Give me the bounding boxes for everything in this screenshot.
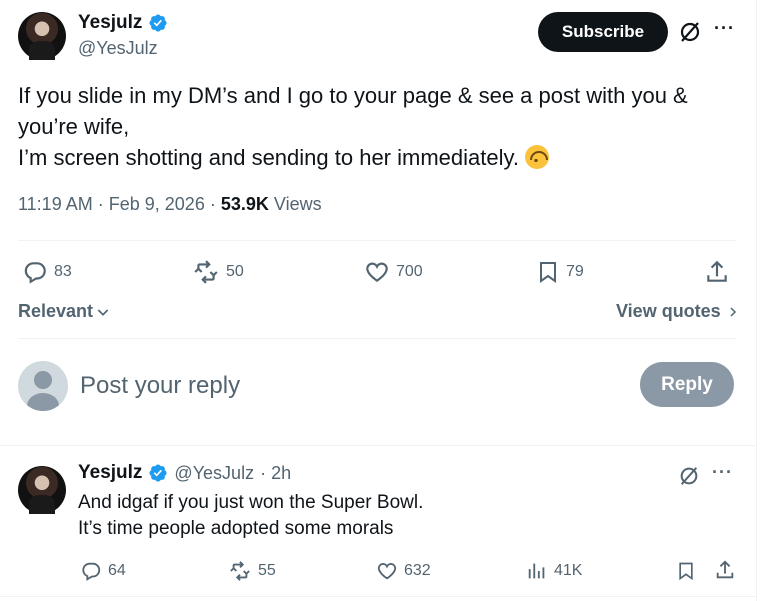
share-action[interactable] bbox=[704, 259, 730, 285]
views-count[interactable]: 53.9K bbox=[221, 194, 269, 214]
reply-author-row: Yesjulz @YesJulz · 2h bbox=[78, 462, 291, 484]
grok-icon[interactable] bbox=[678, 20, 702, 44]
meta-separator: · bbox=[97, 194, 104, 214]
tweet-date[interactable]: Feb 9, 2026 bbox=[109, 194, 205, 214]
sort-relevant-dropdown[interactable]: Relevant bbox=[18, 301, 111, 322]
bookmark-count: 79 bbox=[566, 263, 584, 280]
repost-action[interactable]: 55 bbox=[228, 560, 276, 582]
more-icon[interactable]: ··· bbox=[714, 18, 735, 39]
author-avatar[interactable] bbox=[18, 12, 66, 60]
divider bbox=[0, 445, 756, 446]
chevron-right-icon bbox=[730, 306, 736, 317]
tweet-text-line: If you slide in my DM’s and I go to your… bbox=[18, 83, 688, 108]
views-action[interactable]: 41K bbox=[526, 560, 582, 582]
tweet-meta: 11:19 AM · Feb 9, 2026 · 53.9K Views bbox=[18, 194, 322, 215]
timeline-border bbox=[756, 0, 757, 601]
reply-count: 83 bbox=[54, 263, 72, 280]
tweet-text-line: you’re wife, bbox=[18, 114, 130, 139]
more-icon[interactable]: ··· bbox=[712, 462, 733, 483]
grok-icon[interactable] bbox=[678, 465, 700, 487]
verified-badge-icon[interactable] bbox=[148, 13, 168, 33]
like-count: 700 bbox=[396, 263, 423, 280]
author-handle[interactable]: @YesJulz bbox=[78, 38, 158, 59]
views-icon bbox=[528, 563, 545, 579]
views-label: Views bbox=[273, 194, 322, 214]
reply-author-handle[interactable]: @YesJulz bbox=[174, 463, 254, 484]
divider bbox=[18, 338, 736, 339]
repost-icon bbox=[230, 561, 250, 581]
reply-icon bbox=[24, 262, 46, 284]
like-icon bbox=[377, 563, 397, 580]
tweet-text-line: I’m screen shotting and sending to her i… bbox=[18, 142, 738, 173]
current-user-avatar bbox=[18, 361, 68, 411]
tweet-text-line-3: I’m screen shotting and sending to her i… bbox=[18, 145, 519, 170]
reply-input[interactable] bbox=[80, 366, 580, 406]
view-quotes-link[interactable]: View quotes bbox=[616, 301, 739, 322]
repost-action[interactable]: 50 bbox=[192, 259, 244, 285]
reply-text-line: It’s time people adopted some morals bbox=[78, 518, 394, 539]
tweet-time[interactable]: 11:19 AM bbox=[18, 194, 93, 214]
views-count: 41K bbox=[554, 562, 583, 579]
reply-action[interactable]: 83 bbox=[22, 259, 72, 285]
sort-label: Relevant bbox=[18, 301, 94, 321]
reply-action[interactable]: 64 bbox=[80, 560, 126, 582]
main-tweet-header: Yesjulz @YesJulz Subscribe ··· bbox=[18, 10, 738, 66]
like-count: 632 bbox=[404, 562, 431, 579]
reply-time[interactable]: · 2h bbox=[260, 463, 291, 484]
like-action[interactable]: 700 bbox=[364, 259, 423, 285]
like-action[interactable]: 632 bbox=[376, 560, 431, 582]
upside-down-face-icon bbox=[524, 145, 549, 169]
bookmark-action[interactable]: 79 bbox=[536, 259, 584, 285]
repost-count: 50 bbox=[226, 263, 244, 280]
author-name-row: Yesjulz bbox=[78, 12, 168, 34]
divider bbox=[0, 596, 756, 597]
author-name[interactable]: Yesjulz bbox=[78, 12, 142, 34]
bookmark-icon[interactable] bbox=[676, 560, 696, 582]
verified-badge-icon[interactable] bbox=[148, 463, 168, 483]
subscribe-button[interactable]: Subscribe bbox=[538, 12, 668, 52]
share-icon bbox=[707, 260, 727, 282]
reply-author-name[interactable]: Yesjulz bbox=[78, 462, 142, 484]
reply-text-line: And idgaf if you just won the Super Bowl… bbox=[78, 492, 424, 513]
repost-icon bbox=[194, 260, 218, 284]
chevron-down-icon bbox=[97, 308, 109, 316]
bookmark-icon bbox=[540, 262, 556, 283]
reply-button[interactable]: Reply bbox=[640, 362, 734, 407]
reply-icon bbox=[82, 562, 101, 581]
reply-count: 64 bbox=[108, 562, 126, 579]
meta-separator: · bbox=[209, 194, 216, 214]
share-icon[interactable] bbox=[714, 559, 736, 581]
view-quotes-label: View quotes bbox=[616, 301, 721, 321]
divider bbox=[18, 240, 736, 241]
repost-count: 55 bbox=[258, 562, 276, 579]
like-icon bbox=[366, 262, 388, 282]
reply-author-avatar[interactable] bbox=[18, 466, 66, 514]
reply-text: And idgaf if you just won the Super Bowl… bbox=[78, 490, 423, 542]
tweet-text: If you slide in my DM’s and I go to your… bbox=[18, 80, 738, 173]
